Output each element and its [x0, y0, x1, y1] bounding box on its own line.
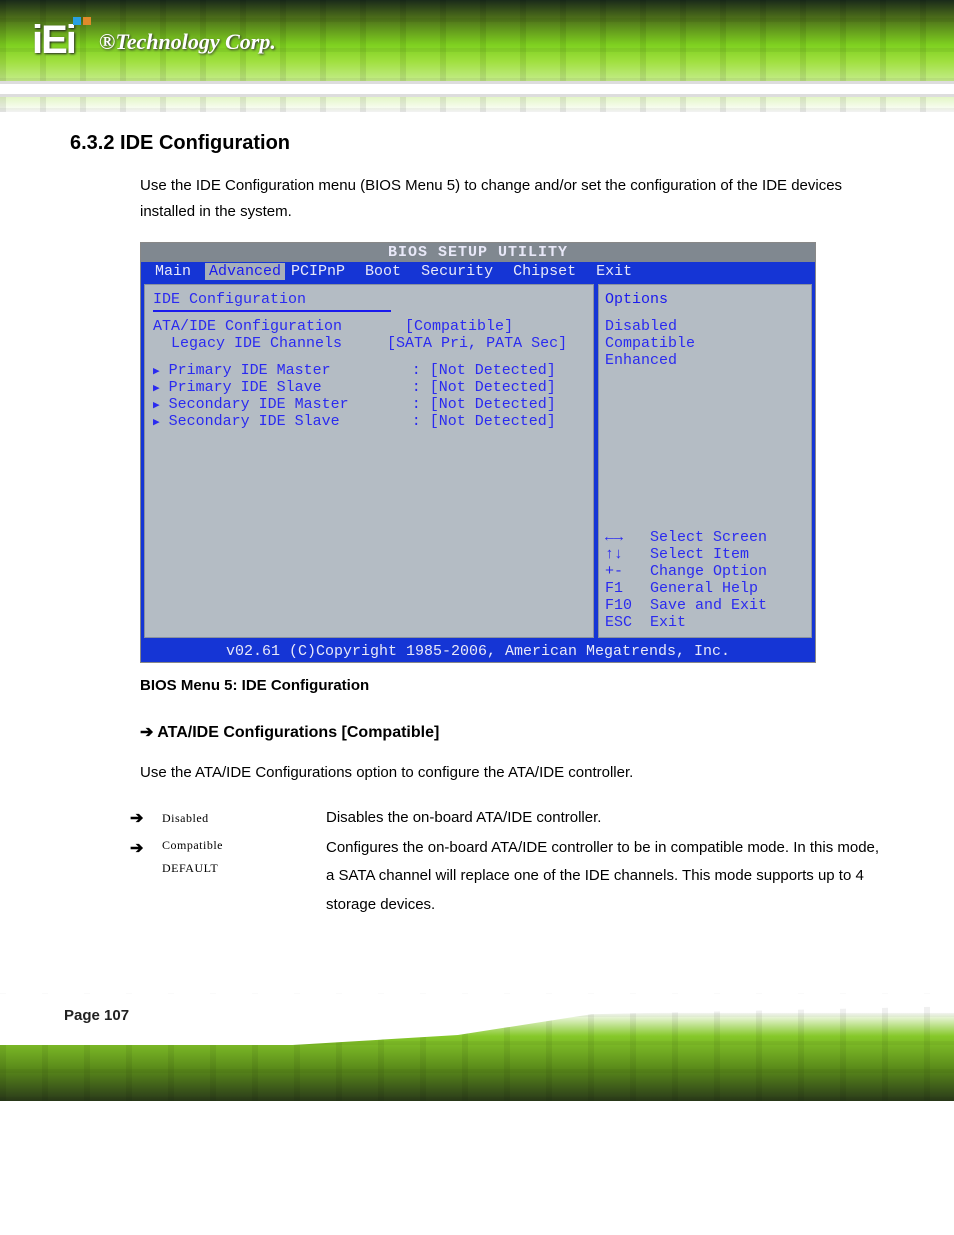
option-value-default: DEFAULT [162, 857, 312, 880]
bios-device-row[interactable]: ▶ Secondary IDE Slave : [Not Detected] [153, 413, 585, 430]
brand-tagline: ®Technology Corp. [99, 29, 276, 55]
bios-device-row[interactable]: ▶ Primary IDE Slave : [Not Detected] [153, 379, 585, 396]
page-content: 6.3.2 IDE Configuration Use the IDE Conf… [0, 112, 954, 953]
section-heading: 6.3.2 IDE Configuration [70, 132, 884, 155]
intro-paragraph: Use the IDE Configuration menu (BIOS Men… [140, 173, 884, 224]
bios-device-row[interactable]: ▶ Primary IDE Master : [Not Detected] [153, 362, 585, 379]
bios-panel-title: IDE Configuration [153, 291, 391, 312]
bios-tab-security[interactable]: Security [415, 263, 507, 280]
option-values-list: ➔ Disabled Disables the on-board ATA/IDE… [130, 804, 884, 920]
bios-tab-exit[interactable]: Exit [590, 263, 646, 280]
bios-screenshot: BIOS SETUP UTILITY Main Advanced PCIPnP … [140, 242, 816, 663]
section-title: IDE Configuration [120, 132, 290, 154]
bios-option: Disabled [605, 318, 805, 335]
option-value-row: ➔ Disabled Disables the on-board ATA/IDE… [130, 804, 884, 834]
bios-device-row[interactable]: ▶ Secondary IDE Master : [Not Detected] [153, 396, 585, 413]
bios-help-block: ←→ Select Screen ↑↓ Select Item +- Chang… [605, 529, 805, 631]
figure-caption: BIOS Menu 5: IDE Configuration [140, 677, 884, 694]
page-number: Page 107 [64, 1007, 129, 1024]
bios-option: Enhanced [605, 352, 805, 369]
bios-left-panel: IDE Configuration ATA/IDE Configuration … [144, 284, 594, 638]
arrow-icon: ➔ [130, 834, 148, 864]
header-band [0, 84, 954, 94]
bios-body: IDE Configuration ATA/IDE Configuration … [141, 281, 815, 641]
brand-block: iEi ®Technology Corp. [32, 18, 278, 63]
option-value-desc: Configures the on-board ATA/IDE controll… [326, 834, 884, 920]
page-header-banner: iEi ®Technology Corp. [0, 0, 954, 112]
arrow-icon: ➔ [130, 804, 148, 834]
triangle-icon: ▶ [153, 366, 160, 378]
triangle-icon: ▶ [153, 417, 160, 429]
bios-tab-pcipnp[interactable]: PCIPnP [285, 263, 359, 280]
page-footer-banner: Page 107 [0, 993, 954, 1101]
arrow-icon: ➔ [140, 724, 157, 741]
option-description: Use the ATA/IDE Configurations option to… [140, 760, 884, 786]
option-heading: ATA/IDE Configurations [Compatible] [157, 724, 439, 741]
bios-footer: v02.61 (C)Copyright 1985-2006, American … [141, 641, 815, 662]
bios-right-panel: Options Disabled Compatible Enhanced ←→ … [598, 284, 812, 638]
option-value-label: Disabled [162, 811, 209, 825]
triangle-icon: ▶ [153, 383, 160, 395]
brand-logo: iEi [32, 18, 93, 63]
option-value-label: Compatible [162, 834, 312, 857]
section-number: 6.3.2 [70, 132, 120, 154]
bios-setting-row[interactable]: ATA/IDE Configuration [Compatible] [153, 318, 585, 335]
bios-option: Compatible [605, 335, 805, 352]
triangle-icon: ▶ [153, 400, 160, 412]
option-value-desc: Disables the on-board ATA/IDE controller… [326, 804, 884, 833]
bios-options-title: Options [605, 291, 805, 308]
option-value-row: ➔ Compatible DEFAULT Configures the on-b… [130, 834, 884, 920]
footer-wave [0, 993, 954, 1045]
bios-tab-chipset[interactable]: Chipset [507, 263, 590, 280]
bios-tab-boot[interactable]: Boot [359, 263, 415, 280]
bios-setting-row[interactable]: Legacy IDE Channels [SATA Pri, PATA Sec] [153, 335, 585, 352]
bios-tab-main[interactable]: Main [149, 263, 205, 280]
bios-tab-advanced[interactable]: Advanced [205, 263, 285, 280]
bios-title: BIOS SETUP UTILITY [141, 243, 815, 262]
bios-menubar: Main Advanced PCIPnP Boot Security Chips… [141, 262, 815, 281]
